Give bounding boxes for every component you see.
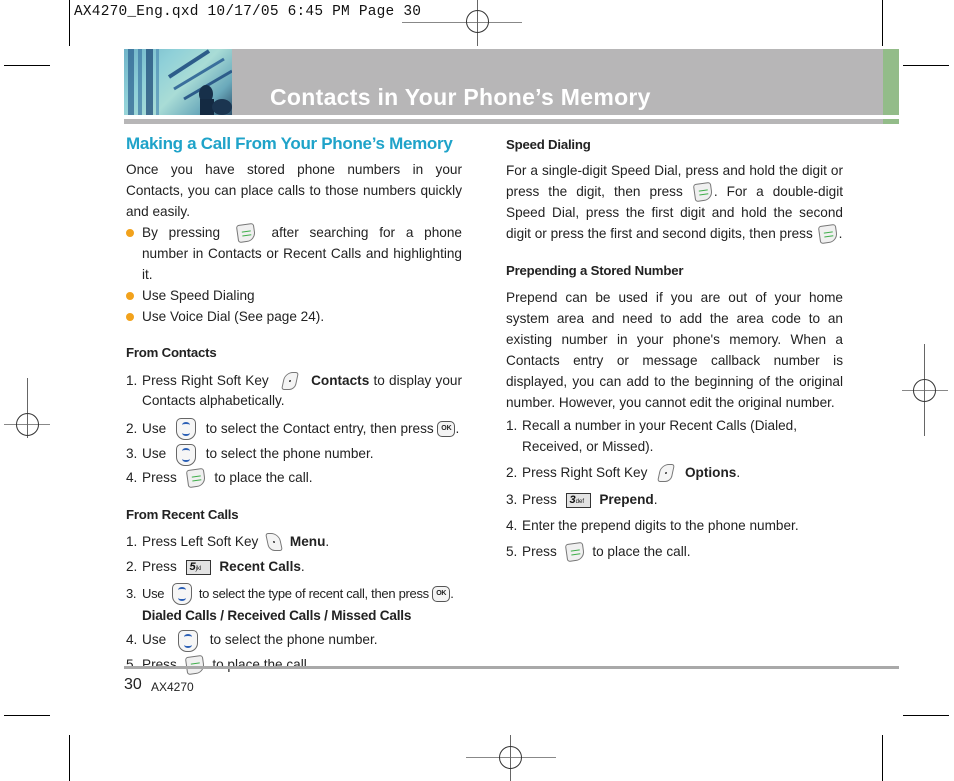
ok-key-icon: OK bbox=[437, 421, 456, 438]
nav-key-icon bbox=[175, 443, 196, 466]
bullet-dot bbox=[126, 229, 134, 237]
nav-key-icon bbox=[177, 629, 198, 652]
step-item: 1. Press Left Soft Key Menu. bbox=[126, 531, 462, 552]
send-key-icon bbox=[692, 182, 713, 203]
subheading-from-recent-calls: From Recent Calls bbox=[126, 506, 239, 522]
step-item: 3. Use to select the phone number. bbox=[126, 443, 462, 466]
ok-key-icon: OK bbox=[432, 586, 451, 603]
bullet-item: Use Voice Dial (See page 24). bbox=[126, 306, 462, 327]
step-item: 2. Press 5jkl Recent Calls. bbox=[126, 558, 305, 575]
step-item: 5. Press to place the call. bbox=[506, 541, 843, 563]
crop-mark bbox=[903, 65, 949, 66]
print-slug: AX4270_Eng.qxd 10/17/05 6:45 PM Page 30 bbox=[74, 4, 422, 20]
header-photo bbox=[124, 49, 232, 115]
right-soft-key-icon bbox=[280, 372, 299, 391]
right-column: Speed Dialing For a single-digit Speed D… bbox=[506, 134, 843, 563]
bullet-dot bbox=[126, 292, 134, 300]
subheading-from-contacts: From Contacts bbox=[126, 345, 217, 360]
step-item: 1. Recall a number in your Recent Calls … bbox=[506, 418, 798, 454]
step-item: 2. Press Right Soft Key Options. bbox=[506, 462, 843, 483]
left-soft-key-icon bbox=[265, 533, 284, 552]
crop-mark bbox=[69, 735, 70, 781]
prepend-paragraph: Prepend can be used if you are out of yo… bbox=[506, 290, 843, 410]
intro-paragraph: Once you have stored phone numbers in yo… bbox=[126, 162, 462, 219]
section-title: Making a Call From Your Phone’s Memory bbox=[126, 134, 453, 153]
model-name: AX4270 bbox=[151, 680, 194, 694]
right-soft-key-icon bbox=[657, 464, 676, 483]
send-key-icon bbox=[564, 542, 585, 563]
crop-mark bbox=[4, 65, 50, 66]
crop-mark bbox=[69, 0, 70, 46]
step-item: 4. Use to select the phone number. bbox=[126, 629, 462, 652]
bullet-item: By pressing after searching for a phone … bbox=[126, 222, 462, 285]
crop-mark bbox=[903, 715, 949, 716]
speed-dial-paragraph: For a single-digit Speed Dial, press and… bbox=[506, 160, 843, 245]
send-key-icon bbox=[817, 224, 838, 245]
send-key-icon bbox=[235, 223, 256, 244]
crop-mark bbox=[882, 735, 883, 781]
crop-mark bbox=[882, 0, 883, 46]
send-key-icon bbox=[185, 468, 206, 489]
header-underline-accent bbox=[883, 119, 899, 124]
header-accent bbox=[883, 49, 899, 115]
step-item: 4. Enter the prepend digits to the phone… bbox=[506, 518, 799, 533]
bullet-item: Use Speed Dialing bbox=[126, 285, 462, 306]
step-item: 1. Press Right Soft Key Contacts to disp… bbox=[126, 372, 462, 408]
step-item: 3. Press 3def Prepend. bbox=[506, 492, 658, 508]
page-number: 30 bbox=[124, 676, 142, 693]
left-column: Making a Call From Your Phone’s Memory O… bbox=[126, 133, 462, 676]
step-item: 4. Press to place the call. bbox=[126, 467, 462, 489]
key-3-icon: 3def bbox=[565, 492, 591, 508]
nav-key-icon bbox=[171, 583, 192, 606]
header-underline bbox=[124, 119, 883, 124]
step-item: 2. Use to select the Contact entry, then… bbox=[126, 418, 462, 441]
step-item: 5. Press to place the call. bbox=[126, 654, 462, 676]
nav-key-icon bbox=[175, 418, 196, 441]
step-item: 3. Use to select the type of recent call… bbox=[126, 583, 462, 627]
key-5-icon: 5jkl bbox=[185, 559, 211, 575]
page-title: Contacts in Your Phone’s Memory bbox=[270, 84, 651, 110]
recent-call-types: Dialed Calls / Received Calls / Missed C… bbox=[142, 608, 412, 624]
bullet-dot bbox=[126, 313, 134, 321]
subheading-speed-dialing: Speed Dialing bbox=[506, 137, 591, 152]
subheading-prepending: Prepending a Stored Number bbox=[506, 263, 684, 278]
footer-rule bbox=[124, 666, 899, 669]
crop-mark bbox=[4, 715, 50, 716]
